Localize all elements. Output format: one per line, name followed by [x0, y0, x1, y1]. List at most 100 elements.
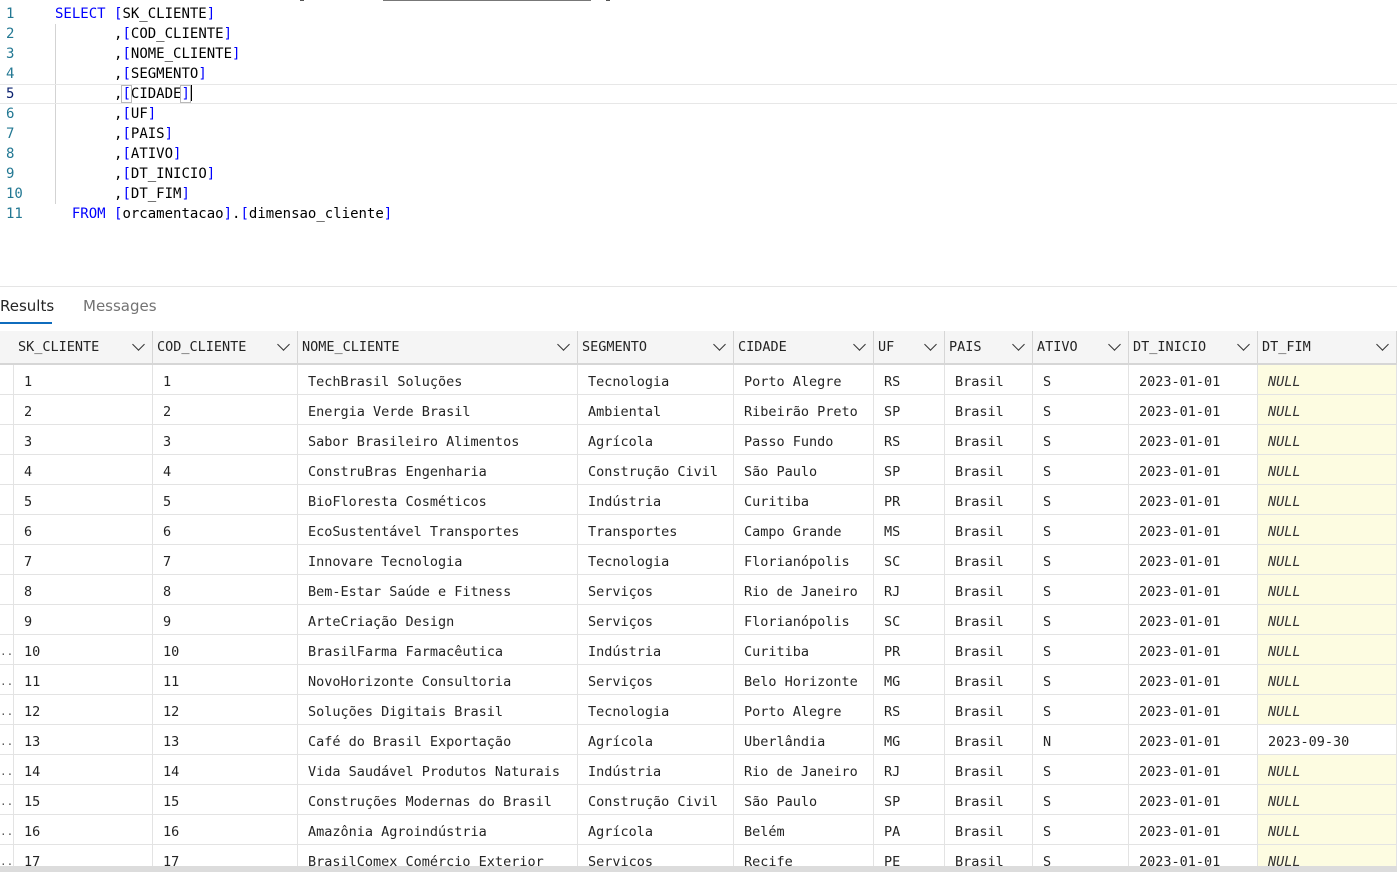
table-row[interactable]: 7 7 Innovare Tecnologia Tecnologia Florianóp…: [0, 545, 1397, 575]
horizontal-scrollbar[interactable]: [0, 866, 1397, 872]
row-selector[interactable]: ..: [0, 755, 14, 784]
table-row[interactable]: 9 9 ArteCriação Design Serviços Florianópoli…: [0, 605, 1397, 635]
cell-pais[interactable]: Brasil: [945, 425, 1033, 454]
row-selector[interactable]: [0, 485, 14, 514]
cell-dt-fim[interactable]: NULL: [1258, 635, 1397, 664]
code-text[interactable]: FROM [orcamentacao].[dimensao_cliente]: [55, 204, 392, 224]
cell-ativo[interactable]: S: [1033, 425, 1129, 454]
cell-dt-inicio[interactable]: 2023-01-01: [1129, 395, 1258, 424]
cell-sk-cliente[interactable]: 3: [14, 425, 153, 454]
cell-cod-cliente[interactable]: 4: [153, 455, 298, 484]
row-selector[interactable]: [0, 365, 14, 394]
cell-pais[interactable]: Brasil: [945, 485, 1033, 514]
column-header-uf[interactable]: UF: [874, 331, 945, 363]
row-selector[interactable]: ..: [0, 695, 14, 724]
cell-uf[interactable]: SP: [874, 395, 945, 424]
cell-nome-cliente[interactable]: Construções Modernas do Brasil: [298, 785, 578, 814]
chevron-down-icon[interactable]: [559, 344, 567, 352]
chevron-down-icon[interactable]: [279, 344, 287, 352]
row-selector[interactable]: [0, 515, 14, 544]
cell-sk-cliente[interactable]: 6: [14, 515, 153, 544]
cell-cod-cliente[interactable]: 3: [153, 425, 298, 454]
cell-sk-cliente[interactable]: 16: [14, 815, 153, 844]
table-row[interactable]: .. 11 11 NovoHorizonte Consultoria Serviços B…: [0, 665, 1397, 695]
cell-cidade[interactable]: Florianópolis: [734, 545, 874, 574]
cell-dt-inicio[interactable]: 2023-01-01: [1129, 365, 1258, 394]
chevron-down-icon[interactable]: [1378, 344, 1386, 352]
table-row[interactable]: 8 8 Bem-Estar Saúde e Fitness Serviços Rio d…: [0, 575, 1397, 605]
cell-segmento[interactable]: Construção Civil: [578, 785, 734, 814]
row-selector[interactable]: [0, 605, 14, 634]
cell-uf[interactable]: MG: [874, 665, 945, 694]
cell-cod-cliente[interactable]: 10: [153, 635, 298, 664]
cell-segmento[interactable]: Serviços: [578, 605, 734, 634]
cell-uf[interactable]: RS: [874, 425, 945, 454]
code-text[interactable]: ,[NOME_CLIENTE]: [55, 44, 240, 64]
cell-nome-cliente[interactable]: Bem-Estar Saúde e Fitness: [298, 575, 578, 604]
cell-cidade[interactable]: Florianópolis: [734, 605, 874, 634]
chevron-down-icon[interactable]: [134, 344, 142, 352]
code-text[interactable]: ,[ATIVO]: [55, 144, 181, 164]
cell-dt-fim[interactable]: NULL: [1258, 665, 1397, 694]
cell-ativo[interactable]: N: [1033, 725, 1129, 754]
cell-nome-cliente[interactable]: EcoSustentável Transportes: [298, 515, 578, 544]
cell-cidade[interactable]: Porto Alegre: [734, 695, 874, 724]
cell-nome-cliente[interactable]: ConstruBras Engenharia: [298, 455, 578, 484]
cell-dt-inicio[interactable]: 2023-01-01: [1129, 545, 1258, 574]
cell-nome-cliente[interactable]: TechBrasil Soluções: [298, 365, 578, 394]
cell-dt-fim[interactable]: 2023-09-30: [1258, 725, 1397, 754]
cell-sk-cliente[interactable]: 2: [14, 395, 153, 424]
cell-ativo[interactable]: S: [1033, 455, 1129, 484]
cell-segmento[interactable]: Construção Civil: [578, 455, 734, 484]
cell-cidade[interactable]: Rio de Janeiro: [734, 755, 874, 784]
cell-pais[interactable]: Brasil: [945, 755, 1033, 784]
cell-uf[interactable]: SP: [874, 785, 945, 814]
cell-dt-fim[interactable]: NULL: [1258, 605, 1397, 634]
table-row[interactable]: 1 1 TechBrasil Soluções Tecnologia Porto Ale…: [0, 365, 1397, 395]
cell-uf[interactable]: RS: [874, 695, 945, 724]
cell-ativo[interactable]: S: [1033, 695, 1129, 724]
cell-sk-cliente[interactable]: 5: [14, 485, 153, 514]
cell-segmento[interactable]: Indústria: [578, 755, 734, 784]
cell-pais[interactable]: Brasil: [945, 545, 1033, 574]
code-line[interactable]: 8 ,[ATIVO]: [0, 144, 1397, 164]
cell-dt-inicio[interactable]: 2023-01-01: [1129, 515, 1258, 544]
cell-pais[interactable]: Brasil: [945, 785, 1033, 814]
cell-sk-cliente[interactable]: 4: [14, 455, 153, 484]
cell-dt-fim[interactable]: NULL: [1258, 815, 1397, 844]
cell-nome-cliente[interactable]: Café do Brasil Exportação: [298, 725, 578, 754]
cell-uf[interactable]: PA: [874, 815, 945, 844]
cell-pais[interactable]: Brasil: [945, 725, 1033, 754]
cell-sk-cliente[interactable]: 13: [14, 725, 153, 754]
table-row[interactable]: 4 4 ConstruBras Engenharia Construção Civil…: [0, 455, 1397, 485]
cell-uf[interactable]: SC: [874, 605, 945, 634]
code-line[interactable]: 11 FROM [orcamentacao].[dimensao_cliente…: [0, 204, 1397, 224]
row-selector[interactable]: ..: [0, 785, 14, 814]
cell-cod-cliente[interactable]: 5: [153, 485, 298, 514]
cell-cidade[interactable]: Ribeirão Preto: [734, 395, 874, 424]
cell-cidade[interactable]: Uberlândia: [734, 725, 874, 754]
cell-uf[interactable]: SC: [874, 545, 945, 574]
code-text[interactable]: ,[DT_FIM]: [55, 184, 190, 204]
table-row[interactable]: .. 12 12 Soluções Digitais Brasil Tecnologia…: [0, 695, 1397, 725]
cell-dt-inicio[interactable]: 2023-01-01: [1129, 425, 1258, 454]
cell-segmento[interactable]: Indústria: [578, 635, 734, 664]
cell-pais[interactable]: Brasil: [945, 575, 1033, 604]
cell-nome-cliente[interactable]: ArteCriação Design: [298, 605, 578, 634]
cell-dt-fim[interactable]: NULL: [1258, 365, 1397, 394]
cell-ativo[interactable]: S: [1033, 605, 1129, 634]
cell-dt-inicio[interactable]: 2023-01-01: [1129, 815, 1258, 844]
table-row[interactable]: .. 16 16 Amazônia Agroindústria Agrícola Belé…: [0, 815, 1397, 845]
cell-pais[interactable]: Brasil: [945, 605, 1033, 634]
cell-segmento[interactable]: Ambiental: [578, 395, 734, 424]
code-text[interactable]: SELECT [SK_CLIENTE]: [55, 4, 215, 24]
cell-dt-fim[interactable]: NULL: [1258, 755, 1397, 784]
code-line[interactable]: 3 ,[NOME_CLIENTE]: [0, 44, 1397, 64]
cell-segmento[interactable]: Agrícola: [578, 425, 734, 454]
cell-sk-cliente[interactable]: 12: [14, 695, 153, 724]
column-header-ativo[interactable]: ATIVO: [1033, 331, 1129, 363]
cell-cidade[interactable]: São Paulo: [734, 785, 874, 814]
cell-ativo[interactable]: S: [1033, 575, 1129, 604]
row-selector[interactable]: [0, 425, 14, 454]
cell-cod-cliente[interactable]: 14: [153, 755, 298, 784]
